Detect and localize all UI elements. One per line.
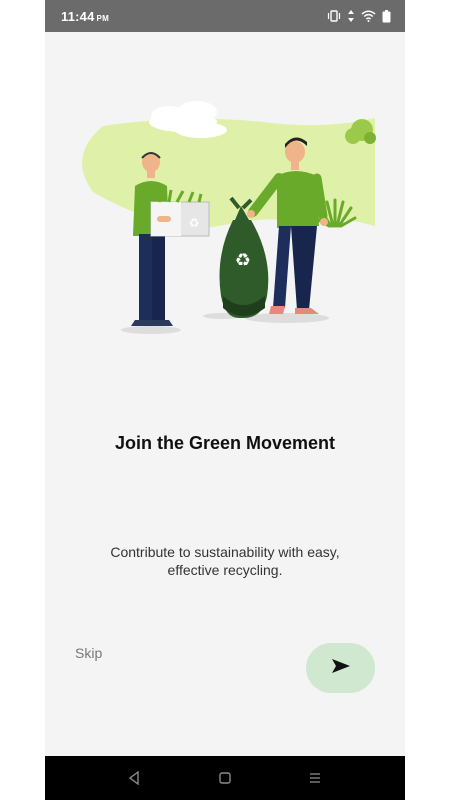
next-button[interactable] (306, 643, 375, 693)
status-bar: 11:44 PM (45, 0, 405, 32)
vibrate-icon (327, 10, 341, 22)
system-nav-bar (45, 756, 405, 800)
back-icon[interactable] (122, 768, 146, 788)
status-time-ampm: PM (96, 14, 109, 23)
svg-text:♻: ♻ (189, 216, 200, 230)
send-arrow-icon (331, 658, 351, 679)
onboarding-subtitle: Contribute to sustainability with easy, … (110, 544, 340, 578)
onboarding-title: Join the Green Movement (114, 433, 336, 453)
data-arrows-icon (347, 10, 355, 22)
battery-icon (382, 9, 391, 23)
status-time: 11:44 PM (61, 9, 109, 24)
phone-screen: 11:44 PM ♻ ♻ Join the Green Movement Con… (45, 0, 405, 800)
svg-text:♻: ♻ (235, 250, 251, 271)
home-icon[interactable] (213, 768, 237, 788)
wifi-icon (361, 10, 376, 22)
status-time-value: 11:44 (61, 9, 95, 24)
recents-icon[interactable] (303, 768, 327, 788)
recycling-people-illustration: ♻ ♻ (73, 96, 377, 346)
skip-button[interactable]: Skip (75, 645, 102, 661)
status-icons (327, 9, 391, 23)
